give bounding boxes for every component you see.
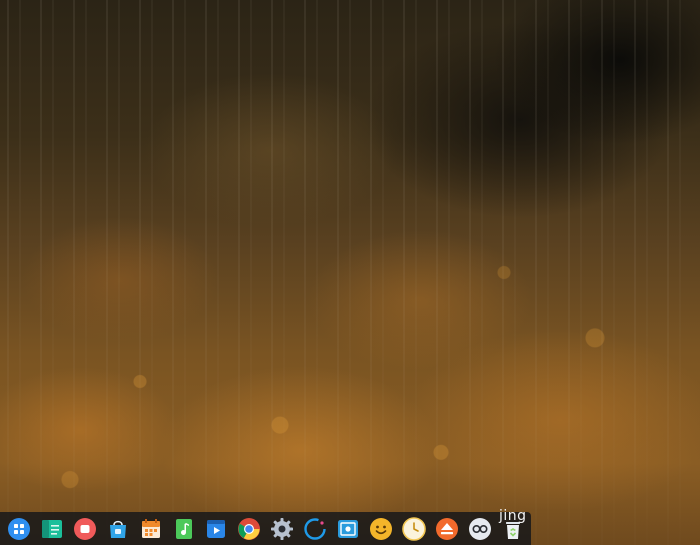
music-player-icon[interactable] [169,514,199,544]
clock-icon[interactable] [399,514,429,544]
dock-label: jing [499,508,527,524]
calendar-icon[interactable] [136,514,166,544]
video-player-icon[interactable] [202,514,232,544]
installer-icon[interactable] [432,514,462,544]
launcher-icon[interactable] [4,514,34,544]
file-manager-icon[interactable] [37,514,67,544]
wallpaper-foliage [0,0,700,545]
desktop: jing [0,0,700,545]
screenshot-icon[interactable] [333,514,363,544]
dock: jing [0,508,531,545]
app-store-icon[interactable] [103,514,133,544]
emoji-app-icon[interactable] [366,514,396,544]
deepin-ring-icon[interactable] [300,514,330,544]
screen-recorder-icon[interactable] [70,514,100,544]
settings-icon[interactable] [268,514,298,544]
system-monitor-icon[interactable] [465,514,495,544]
chrome-browser-icon[interactable] [235,514,265,544]
